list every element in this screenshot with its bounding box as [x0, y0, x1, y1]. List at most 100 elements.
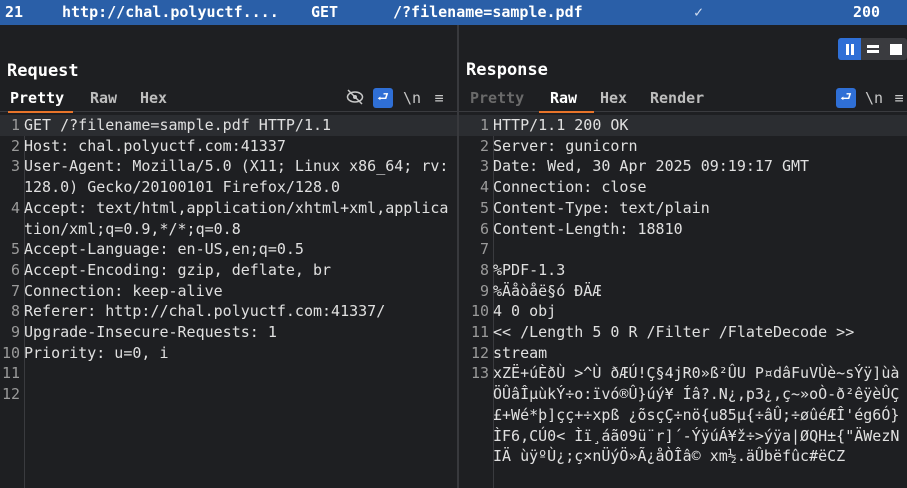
request-title: Request [7, 61, 79, 81]
line-number: 2 [479, 136, 489, 155]
response-pane: Response Pretty Raw Hex Render ⮐ \n ≡ 1H… [459, 25, 907, 488]
code-line: 8 Referer: http://chal.polyuctf.com:41337… [0, 301, 457, 322]
line-number: 6 [10, 260, 20, 279]
request-editor[interactable]: 1 GET /?filename=sample.pdf HTTP/1.1 2 Host… [0, 115, 457, 405]
tab-render[interactable]: Render [650, 89, 704, 107]
line-text: Date: Wed, 30 Apr 2025 09:19:17 GMT [493, 157, 810, 176]
line-text: Host: chal.polyuctf.com:41337 [24, 136, 286, 155]
line-text: Connection: keep-alive [24, 281, 223, 300]
line-text: Upgrade-Insecure-Requests: 1 [24, 323, 277, 342]
tab-hex[interactable]: Hex [600, 89, 627, 107]
code-line: 8 %PDF-1.3 [459, 260, 907, 281]
response-editor[interactable]: 1 HTTP/1.1 200 OK 2 Server: gunicorn 3 Date: … [459, 115, 907, 467]
code-line: 6 Content-Length: 18810 [459, 219, 907, 240]
line-text: %PDF-1.3 [493, 260, 566, 279]
code-line: 10 Priority: u=0, i [0, 343, 457, 364]
row-id: 21 [5, 3, 24, 21]
tab-raw[interactable]: Raw [550, 89, 577, 107]
menu-icon[interactable]: ≡ [430, 89, 448, 107]
code-line: 4 Connection: close [459, 177, 907, 198]
code-line: 12 [0, 384, 457, 405]
line-number: 12 [470, 343, 489, 362]
row-url: /?filename=sample.pdf [393, 3, 583, 21]
layout-stacked-icon[interactable] [861, 38, 884, 60]
code-line: 10 4 0 obj [459, 301, 907, 322]
line-number: 4 [10, 198, 20, 217]
line-number: 13 [470, 364, 489, 383]
line-number: 10 [470, 302, 489, 321]
response-title: Response [466, 60, 548, 80]
line-number: 3 [479, 157, 489, 176]
layout-side-by-side-icon[interactable] [838, 38, 861, 60]
check-icon: ✓ [694, 3, 704, 21]
line-text: xZË+úÈðÙ >^Ù ðÆÚ!Ç§4jR0»ß²ÛU P¤dâFuVÙè~s… [493, 364, 900, 466]
line-text: stream [493, 343, 548, 362]
newline-toggle[interactable]: \n [401, 89, 423, 107]
code-line: 12 stream [459, 343, 907, 364]
active-tab-indicator [539, 111, 594, 113]
history-row-selected[interactable]: 21 http://chal.polyuctf.... GET /?filena… [0, 0, 907, 25]
line-number: 8 [10, 302, 20, 321]
code-line: 1 GET /?filename=sample.pdf HTTP/1.1 [0, 115, 457, 136]
line-number: 10 [1, 343, 20, 362]
line-text: GET /?filename=sample.pdf HTTP/1.1 [24, 116, 332, 134]
line-text: Accept: text/html,application/xhtml+xml,… [24, 198, 449, 238]
row-method: GET [311, 3, 339, 21]
code-line: 3 Date: Wed, 30 Apr 2025 09:19:17 GMT [459, 156, 907, 177]
tab-raw[interactable]: Raw [90, 89, 117, 107]
line-text: Accept-Encoding: gzip, deflate, br [24, 260, 332, 279]
code-line: 7 [459, 239, 907, 260]
code-line: 9 Upgrade-Insecure-Requests: 1 [0, 322, 457, 343]
wrap-lines-icon[interactable]: ⮐ [373, 88, 393, 108]
line-number: 5 [479, 198, 489, 217]
newline-toggle[interactable]: \n [863, 89, 885, 107]
code-line: 13 xZË+úÈðÙ >^Ù ðÆÚ!Ç§4jR0»ß²ÛU P¤dâFuVÙè… [459, 363, 907, 467]
code-line: 2 Host: chal.polyuctf.com:41337 [0, 136, 457, 157]
line-text: Accept-Language: en-US,en;q=0.5 [24, 240, 304, 259]
line-text: %Äåòåë§ó ÐÄÆ [493, 281, 602, 300]
line-number: 3 [10, 157, 20, 176]
line-number: 5 [10, 240, 20, 259]
line-text: HTTP/1.1 200 OK [493, 116, 629, 134]
code-line: 5 Accept-Language: en-US,en;q=0.5 [0, 239, 457, 260]
code-line: 6 Accept-Encoding: gzip, deflate, br [0, 260, 457, 281]
active-tab-indicator [8, 111, 73, 113]
line-text: Priority: u=0, i [24, 343, 169, 362]
line-number: 6 [479, 219, 489, 238]
line-text: Referer: http://chal.polyuctf.com:41337/ [24, 302, 386, 321]
line-text: << /Length 5 0 R /Filter /FlateDecode >> [493, 323, 855, 342]
row-status: 200 [853, 3, 881, 21]
code-line: 1 HTTP/1.1 200 OK [459, 115, 907, 136]
row-host: http://chal.polyuctf.... [62, 3, 279, 21]
code-line: 2 Server: gunicorn [459, 136, 907, 157]
line-number: 7 [10, 281, 20, 300]
layout-single-icon[interactable] [884, 38, 907, 60]
code-line: 11 << /Length 5 0 R /Filter /FlateDecode … [459, 322, 907, 343]
line-number: 1 [10, 116, 20, 134]
line-text: Content-Length: 18810 [493, 219, 683, 238]
tab-pretty[interactable]: Pretty [470, 89, 524, 107]
request-pane: Request Pretty Raw Hex ⮐ \n ≡ 1 GET /?fil… [0, 25, 457, 488]
line-text: Connection: close [493, 178, 647, 197]
menu-icon[interactable]: ≡ [891, 89, 907, 107]
line-number: 2 [10, 136, 20, 155]
line-number: 11 [1, 364, 20, 383]
line-number: 1 [479, 116, 489, 134]
code-line: 11 [0, 363, 457, 384]
line-number: 11 [470, 323, 489, 342]
layout-toggle[interactable] [838, 38, 907, 60]
line-number: 12 [1, 385, 20, 404]
line-text: User-Agent: Mozilla/5.0 (X11; Linux x86_… [24, 157, 449, 197]
wrap-lines-icon[interactable]: ⮐ [836, 88, 856, 108]
line-number: 9 [10, 323, 20, 342]
code-line: 7 Connection: keep-alive [0, 281, 457, 302]
line-text: Server: gunicorn [493, 136, 638, 155]
tab-divider [459, 111, 907, 112]
line-number: 7 [479, 240, 489, 259]
line-number: 9 [479, 281, 489, 300]
code-line: 5 Content-Type: text/plain [459, 198, 907, 219]
hide-nonprintable-icon[interactable] [345, 89, 365, 109]
tab-hex[interactable]: Hex [140, 89, 167, 107]
tab-pretty[interactable]: Pretty [10, 89, 64, 107]
code-line: 4 Accept: text/html,application/xhtml+xml… [0, 198, 457, 239]
